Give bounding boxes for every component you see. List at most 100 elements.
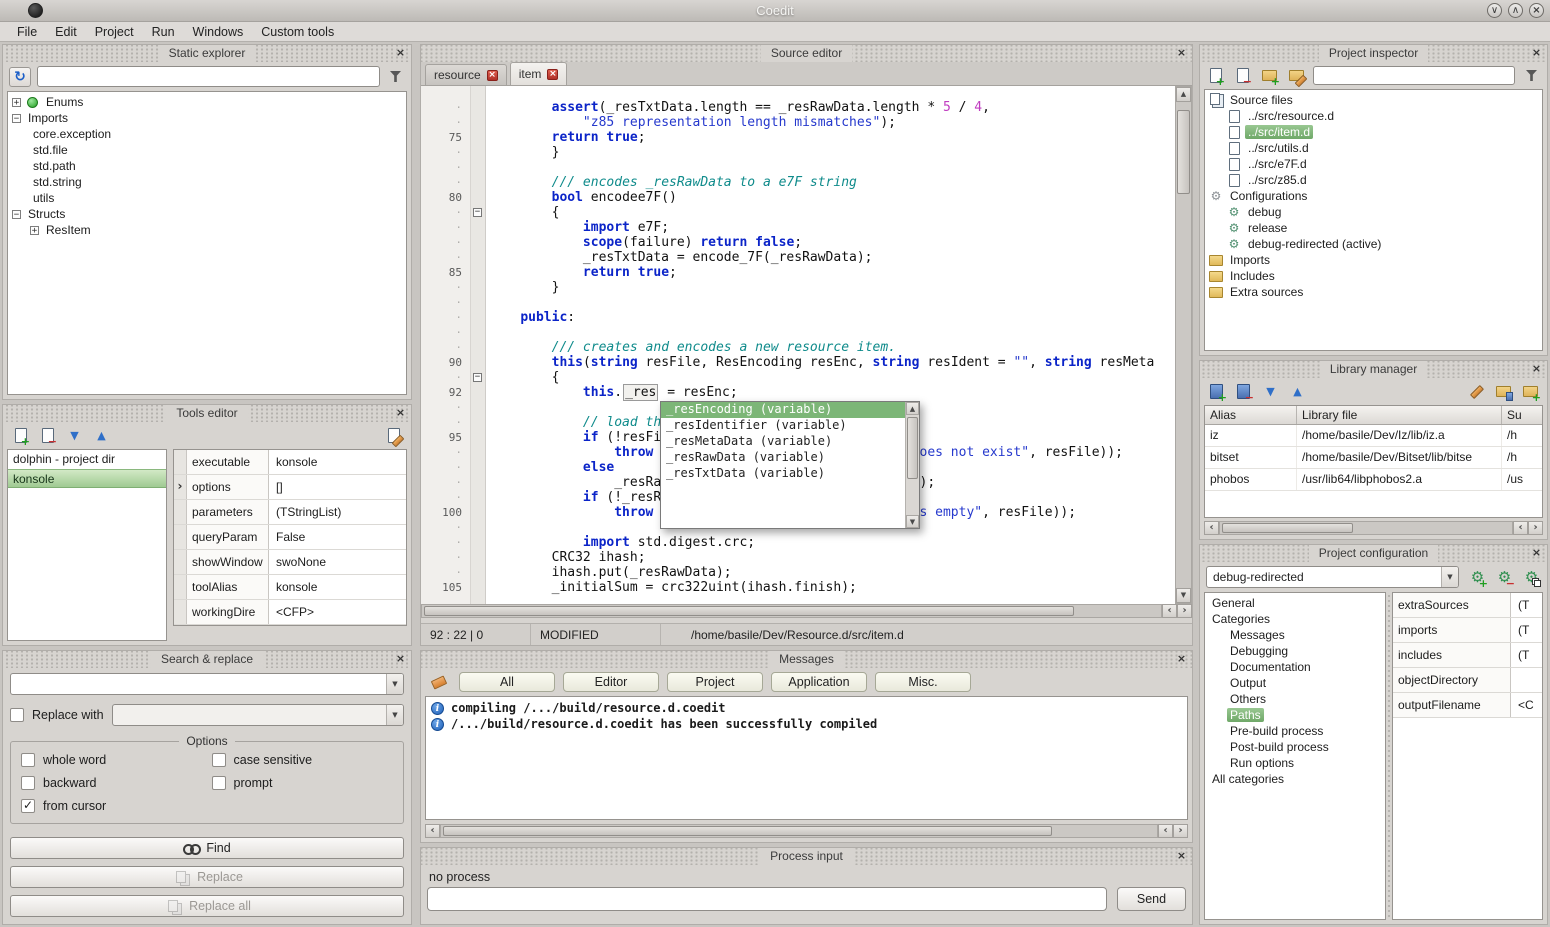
tree-item[interactable]: debug-redirected (active) <box>1205 236 1542 252</box>
filter-project-button[interactable]: Project <box>667 672 763 692</box>
tree-item[interactable]: ResItem <box>8 222 406 238</box>
property-value[interactable] <box>1511 668 1542 692</box>
tree-item[interactable]: Others <box>1205 691 1385 707</box>
search-term-combo[interactable] <box>10 673 404 695</box>
move-down-icon[interactable] <box>65 426 84 445</box>
tree-item[interactable]: All categories <box>1205 771 1385 787</box>
tree-item[interactable]: ../src/item.d <box>1205 124 1542 140</box>
tree-item[interactable]: ../src/resource.d <box>1205 108 1542 124</box>
message-row[interactable]: compiling /.../build/resource.d.coedit <box>431 700 1182 716</box>
property-value[interactable]: (T <box>1511 593 1542 617</box>
filter-icon[interactable] <box>386 67 405 86</box>
process-input-field[interactable] <box>427 887 1107 911</box>
expand-icon[interactable] <box>30 226 39 235</box>
chevron-down-icon[interactable] <box>386 705 403 725</box>
column-header[interactable]: Su <box>1502 406 1542 424</box>
minimize-button[interactable] <box>1487 3 1502 18</box>
folder-edit-icon[interactable] <box>1287 66 1306 85</box>
configuration-selector[interactable]: debug-redirected <box>1206 566 1459 588</box>
chevron-down-icon[interactable] <box>1441 567 1458 587</box>
panel-header[interactable]: Source editor <box>421 45 1192 62</box>
option-backward[interactable]: backward <box>21 776 212 790</box>
tree-item[interactable]: Run options <box>1205 755 1385 771</box>
completion-item[interactable]: _resRawData (variable) <box>661 450 905 466</box>
symbol-search-input[interactable] <box>37 66 380 87</box>
doc-remove-icon[interactable] <box>38 426 57 445</box>
filter-icon[interactable] <box>1522 66 1541 85</box>
panel-header[interactable]: Library manager <box>1200 361 1547 378</box>
scrollbar-track[interactable] <box>1176 102 1191 588</box>
property-row[interactable]: includes(T <box>1393 643 1542 668</box>
scroll-down-icon[interactable] <box>1176 588 1191 603</box>
property-value[interactable]: swoNone <box>269 550 406 574</box>
scroll-down-icon[interactable] <box>906 515 919 528</box>
scroll-up-icon[interactable] <box>906 402 919 415</box>
editor-area[interactable]: ··75···80····85·····90·92··95····100····… <box>421 86 1192 604</box>
tree-item[interactable]: Messages <box>1205 627 1385 643</box>
scrollbar-thumb[interactable] <box>1222 523 1353 533</box>
table-row[interactable]: iz/home/basile/Dev/Iz/lib/iz.a/h <box>1205 425 1542 447</box>
refresh-icon[interactable] <box>9 67 31 87</box>
folder-add-icon[interactable] <box>1260 66 1279 85</box>
panel-close-icon[interactable] <box>1175 850 1188 863</box>
property-value[interactable]: (TStringList) <box>269 500 406 524</box>
scroll-left-icon[interactable] <box>425 824 440 838</box>
panel-close-icon[interactable] <box>1175 47 1188 60</box>
tree-item[interactable]: std.string <box>8 174 406 190</box>
panel-header[interactable]: Search & replace <box>3 651 411 668</box>
tree-item[interactable]: debug <box>1205 204 1542 220</box>
send-button[interactable]: Send <box>1117 887 1186 911</box>
option-whole-word[interactable]: whole word <box>21 753 212 767</box>
maximize-button[interactable] <box>1508 3 1523 18</box>
doc-edit-icon[interactable] <box>384 426 403 445</box>
scroll-left-icon[interactable] <box>1204 521 1219 535</box>
tree-item[interactable]: Output <box>1205 675 1385 691</box>
close-button[interactable] <box>1529 3 1544 18</box>
property-value[interactable]: (T <box>1511 643 1542 667</box>
tree-item[interactable]: Imports <box>8 110 406 126</box>
column-header[interactable]: Library file <box>1297 406 1502 424</box>
gear-add-icon[interactable] <box>1468 568 1487 587</box>
tree-item[interactable]: ../src/e7F.d <box>1205 156 1542 172</box>
completion-item[interactable]: _resTxtData (variable) <box>661 466 905 482</box>
tree-item[interactable]: Includes <box>1205 268 1542 284</box>
completion-item[interactable]: _resIdentifier (variable) <box>661 418 905 434</box>
popup-scrollbar[interactable] <box>905 402 919 528</box>
completion-item[interactable]: _resEncoding (variable) <box>661 402 905 418</box>
tree-item[interactable]: General <box>1205 595 1385 611</box>
message-row[interactable]: /.../build/resource.d.coedit has been su… <box>431 716 1182 732</box>
clear-icon[interactable] <box>429 673 448 692</box>
menu-project[interactable]: Project <box>86 25 143 39</box>
property-row[interactable]: outputFilename<C <box>1393 693 1542 718</box>
scroll-right-icon[interactable] <box>1528 521 1543 535</box>
scroll-left-icon[interactable] <box>1158 824 1173 838</box>
tab-resource[interactable]: resource <box>425 64 507 85</box>
property-row[interactable]: extraSources(T <box>1393 593 1542 618</box>
fold-marker-icon[interactable] <box>473 373 482 382</box>
doc-add-icon[interactable] <box>11 426 30 445</box>
panel-close-icon[interactable] <box>394 47 407 60</box>
property-row[interactable]: workingDire<CFP> <box>174 600 406 625</box>
checkbox[interactable] <box>212 776 226 790</box>
messages-horizontal-scrollbar[interactable] <box>425 824 1188 838</box>
editor-vertical-scrollbar[interactable] <box>1175 86 1192 604</box>
expand-icon[interactable] <box>12 98 21 107</box>
checkbox[interactable] <box>21 776 35 790</box>
scrollbar-thumb[interactable] <box>907 417 918 479</box>
tree-item[interactable]: release <box>1205 220 1542 236</box>
collapse-icon[interactable] <box>12 114 21 123</box>
property-value[interactable]: (T <box>1511 618 1542 642</box>
lib-remove-icon[interactable] <box>1234 382 1253 401</box>
doc-remove-icon[interactable] <box>1233 66 1252 85</box>
tree-item[interactable]: core.exception <box>8 126 406 142</box>
gear-clone-icon[interactable] <box>1522 568 1541 587</box>
tree-item[interactable]: Pre-build process <box>1205 723 1385 739</box>
menu-file[interactable]: File <box>8 25 46 39</box>
menu-windows[interactable]: Windows <box>184 25 253 39</box>
fold-marker-icon[interactable] <box>473 208 482 217</box>
editor-horizontal-scrollbar[interactable] <box>421 604 1192 618</box>
property-value[interactable]: konsole <box>269 450 406 474</box>
scrollbar-track[interactable] <box>440 824 1158 838</box>
scrollbar-track[interactable] <box>1219 521 1513 535</box>
replace-button[interactable]: Replace <box>10 866 404 888</box>
